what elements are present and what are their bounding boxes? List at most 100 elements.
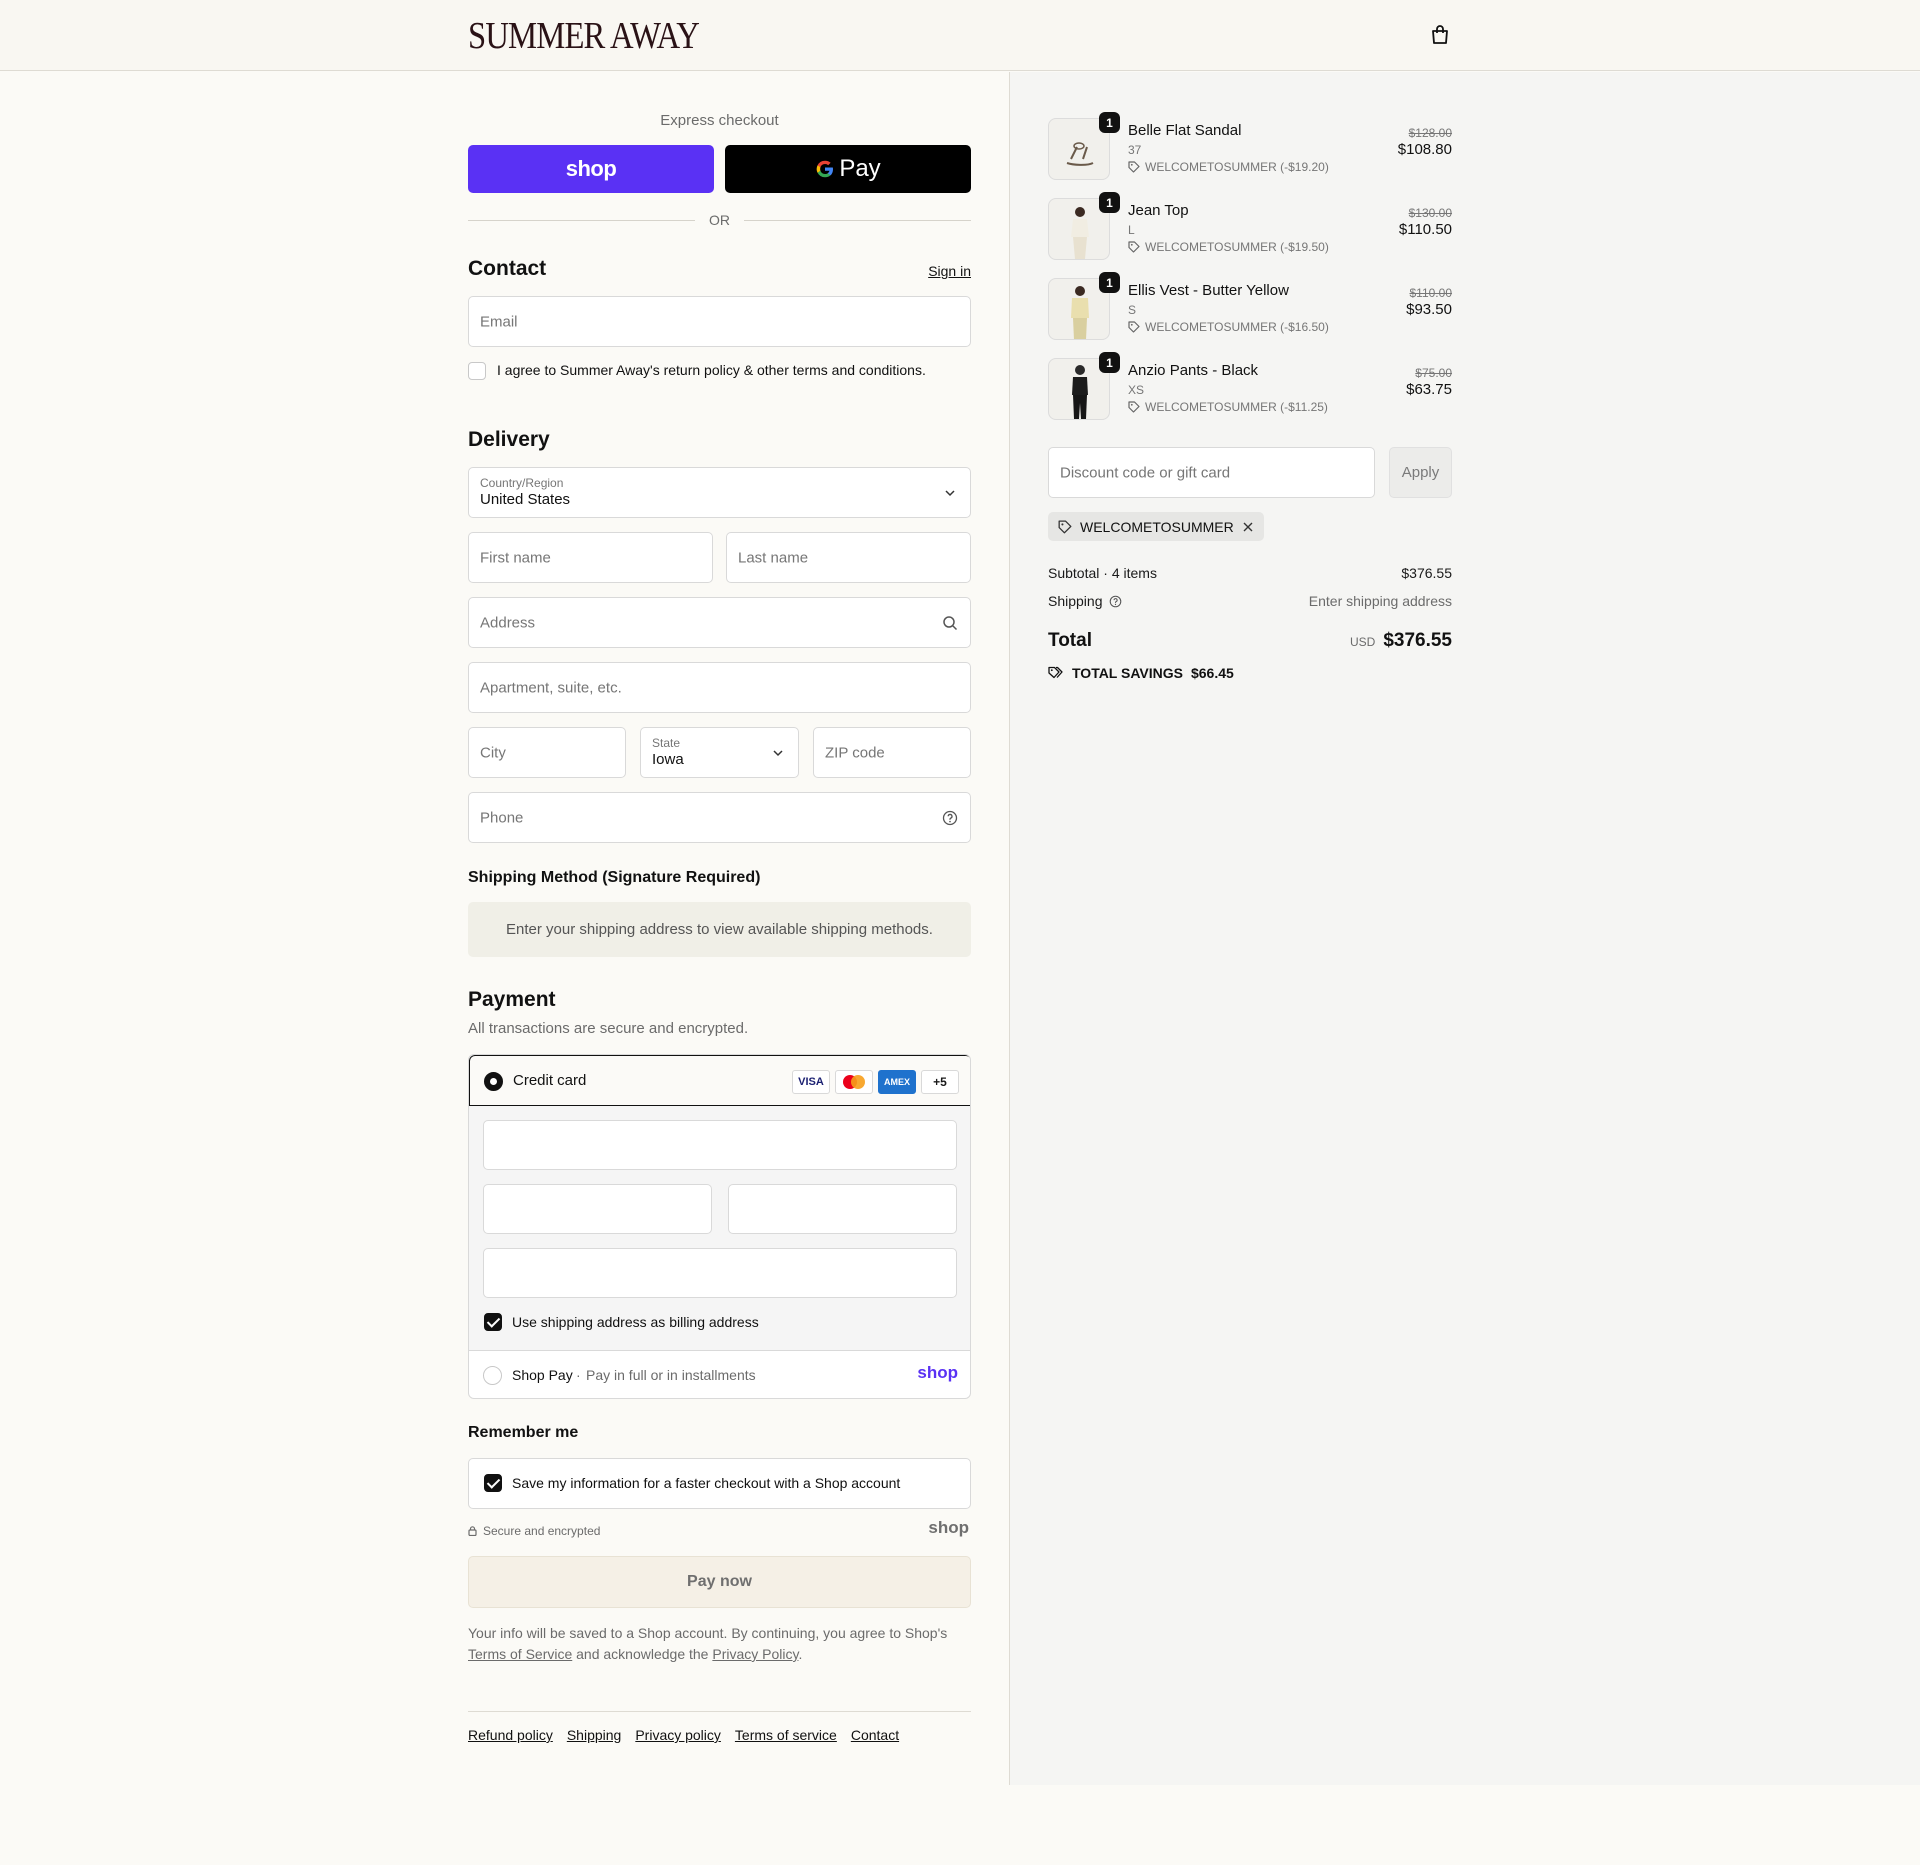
or-label: OR <box>709 212 730 228</box>
payment-subtitle: All transactions are secure and encrypte… <box>468 1020 749 1037</box>
refund-policy-link[interactable]: Refund policy <box>468 1727 553 1743</box>
billing-same-checkbox[interactable] <box>484 1313 502 1331</box>
apartment-field[interactable]: Apartment, suite, etc. <box>468 662 971 713</box>
quantity-badge: 1 <box>1099 112 1120 133</box>
cart-item: 1 Jean Top L WELCOMETOSUMMER (-$19.50) $… <box>1048 192 1452 264</box>
agree-terms-checkbox[interactable] <box>468 362 486 380</box>
item-variant: XS <box>1128 383 1145 397</box>
discount-code-field[interactable]: Discount code or gift card <box>1048 447 1375 498</box>
subtotal-value: $376.55 <box>1401 565 1452 581</box>
secure-label: Secure and encrypted <box>483 1524 601 1538</box>
state-value: Iowa <box>652 751 684 768</box>
amex-icon: AMEX <box>878 1070 916 1094</box>
shipping-method-heading: Shipping Method (Signature Required) <box>468 869 761 886</box>
legal-text: Your info will be saved to a Shop accoun… <box>468 1625 948 1662</box>
credit-card-radio[interactable] <box>484 1072 503 1091</box>
tag-icon <box>1128 241 1140 253</box>
chevron-down-icon <box>773 749 783 756</box>
agree-terms-label: I agree to Summer Away's return policy &… <box>497 362 926 378</box>
phone-field[interactable]: Phone <box>468 792 971 843</box>
apartment-placeholder: Apartment, suite, etc. <box>480 679 622 696</box>
total-savings-label: TOTAL SAVINGS <box>1072 665 1183 681</box>
shop-pay-option[interactable]: Shop Pay · Pay in full or in installment… <box>469 1350 970 1398</box>
country-select[interactable]: Country/Region United States <box>468 467 971 518</box>
payment-methods: Credit card VISA AMEX +5 Use shipping ad… <box>468 1054 971 1399</box>
contact-heading: Contact <box>468 257 547 280</box>
card-cvc-field[interactable] <box>728 1184 957 1234</box>
country-value: United States <box>480 491 571 508</box>
mastercard-icon <box>835 1070 873 1094</box>
card-number-field[interactable] <box>483 1120 957 1170</box>
header: SUMMER AWAY <box>0 0 1920 71</box>
express-checkout-label: Express checkout <box>660 112 779 129</box>
item-name: Anzio Pants - Black <box>1128 362 1259 379</box>
save-info-checkbox[interactable] <box>484 1474 502 1492</box>
phone-placeholder: Phone <box>480 809 524 826</box>
shop-pay-button[interactable]: shop <box>468 145 714 193</box>
privacy-policy-link[interactable]: Privacy Policy <box>712 1646 798 1662</box>
item-discount: WELCOMETOSUMMER (-$16.50) <box>1128 320 1329 334</box>
brand-logo[interactable]: SUMMER AWAY <box>468 14 700 58</box>
last-name-placeholder: Last name <box>738 549 809 566</box>
remember-me-heading: Remember me <box>468 1424 579 1441</box>
terms-footer-link[interactable]: Terms of service <box>735 1727 837 1743</box>
city-placeholder: City <box>480 744 506 761</box>
first-name-field[interactable]: First name <box>468 532 713 583</box>
payment-heading: Payment <box>468 988 556 1011</box>
privacy-policy-footer-link[interactable]: Privacy policy <box>635 1727 721 1743</box>
terms-of-service-link[interactable]: Terms of Service <box>468 1646 572 1662</box>
lock-icon <box>468 1526 477 1536</box>
applied-discount-code: WELCOMETOSUMMER <box>1080 518 1234 535</box>
footer-links: Refund policy Shipping Privacy policy Te… <box>468 1727 899 1743</box>
tag-icon <box>1058 520 1072 533</box>
shopping-bag-icon[interactable] <box>1429 24 1451 46</box>
apply-discount-button[interactable]: Apply <box>1389 447 1452 498</box>
item-original-price: $110.00 <box>1409 286 1453 300</box>
shop-pay-logo: shop <box>565 156 617 181</box>
applied-discount-chip: WELCOMETOSUMMER <box>1048 512 1264 541</box>
shipping-row: Shipping Enter shipping address <box>1048 593 1452 609</box>
item-variant: S <box>1128 303 1137 317</box>
total-savings-value: $66.45 <box>1190 665 1234 681</box>
google-pay-button[interactable]: Pay <box>725 145 971 193</box>
card-expiry-field[interactable] <box>483 1184 712 1234</box>
card-name-field[interactable] <box>483 1248 957 1298</box>
contact-link[interactable]: Contact <box>851 1727 899 1743</box>
item-variant: L <box>1128 223 1135 237</box>
shipping-policy-link[interactable]: Shipping <box>567 1727 622 1743</box>
total-amount: USD $376.55 <box>1350 630 1452 652</box>
shop-pay-radio[interactable] <box>483 1366 502 1385</box>
address-placeholder: Address <box>480 614 536 631</box>
email-field[interactable]: Email <box>468 296 971 347</box>
billing-same-label: Use shipping address as billing address <box>512 1314 759 1330</box>
subtotal-row: Subtotal · 4 items $376.55 <box>1048 565 1452 581</box>
more-cards-badge: +5 <box>921 1070 959 1094</box>
close-icon[interactable] <box>1242 521 1254 533</box>
chevron-down-icon <box>945 489 955 496</box>
help-circle-icon[interactable] <box>942 810 958 826</box>
help-circle-icon[interactable] <box>1109 595 1122 608</box>
item-name: Belle Flat Sandal <box>1128 122 1242 139</box>
last-name-field[interactable]: Last name <box>726 532 971 583</box>
remember-me-box: Save my information for a faster checkou… <box>468 1458 971 1509</box>
shop-logo-grey: shop <box>928 1518 969 1537</box>
quantity-badge: 1 <box>1099 272 1120 293</box>
credit-card-option[interactable]: Credit card VISA AMEX +5 <box>469 1055 970 1106</box>
item-variant: 37 <box>1128 143 1142 157</box>
quantity-badge: 1 <box>1099 192 1120 213</box>
currency-code: USD <box>1349 635 1376 649</box>
cart-item: 1 Ellis Vest - Butter Yellow S WELCOMETO… <box>1048 272 1453 344</box>
search-icon[interactable] <box>942 615 958 631</box>
state-select[interactable]: State Iowa <box>640 727 799 778</box>
pay-now-button[interactable]: Pay now <box>468 1556 971 1608</box>
zip-placeholder: ZIP code <box>825 744 885 761</box>
discount-code-placeholder: Discount code or gift card <box>1060 464 1231 481</box>
address-field[interactable]: Address <box>468 597 971 648</box>
tag-icon <box>1128 161 1140 173</box>
item-price: $63.75 <box>1406 381 1452 398</box>
city-field[interactable]: City <box>468 727 626 778</box>
zip-field[interactable]: ZIP code <box>813 727 971 778</box>
cart-item: 1 Belle Flat Sandal 37 WELCOMETOSUMMER (… <box>1048 112 1452 184</box>
sign-in-link[interactable]: Sign in <box>928 263 971 279</box>
delivery-heading: Delivery <box>468 428 550 451</box>
